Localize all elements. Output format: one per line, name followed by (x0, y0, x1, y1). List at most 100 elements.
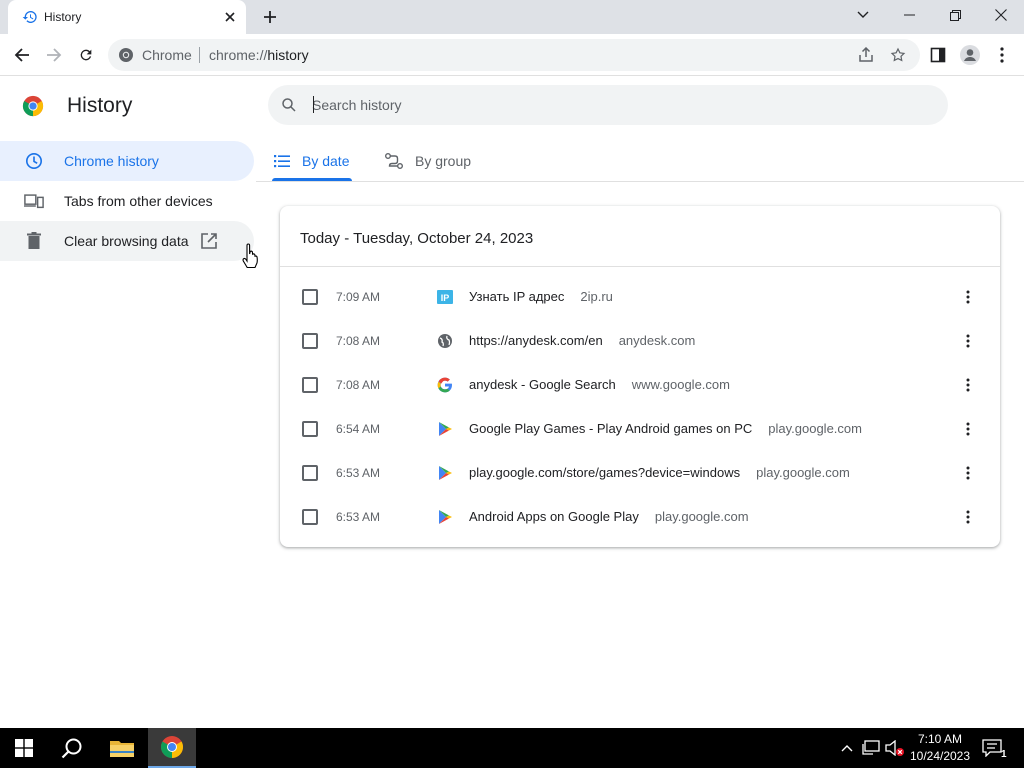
url-path: history (267, 47, 309, 63)
url-text: chrome://history (209, 47, 309, 63)
history-entry[interactable]: 7:09 AM IP Узнать IP адрес 2ip.ru (280, 275, 1000, 319)
chrome-logo-icon (161, 736, 183, 758)
entry-title: Узнать IP адрес (469, 289, 565, 304)
svg-text:IP: IP (441, 293, 450, 303)
reload-icon (80, 49, 92, 61)
sidebar-item-label: Chrome history (64, 153, 159, 169)
external-link-icon (201, 233, 217, 249)
search-input[interactable] (312, 95, 912, 115)
clock-time: 7:10 AM (917, 732, 963, 746)
entry-more-button[interactable] (958, 507, 978, 527)
search-icon (282, 98, 296, 112)
restore-button[interactable] (932, 0, 978, 30)
history-entry[interactable]: 6:54 AM Google Play Games - Play Android… (280, 407, 1000, 451)
history-icon (22, 11, 37, 23)
side-panel-button[interactable] (924, 41, 952, 69)
entry-time: 6:54 AM (336, 422, 381, 436)
entry-title-link[interactable]: play.google.com/store/games?device=windo… (469, 465, 850, 480)
kebab-menu-icon (966, 510, 970, 524)
kebab-menu-icon (966, 378, 970, 392)
entry-checkbox[interactable] (302, 509, 318, 525)
entry-time: 7:09 AM (336, 290, 381, 304)
entry-domain: anydesk.com (618, 333, 696, 348)
taskbar-search-button[interactable] (48, 728, 96, 768)
entry-more-button[interactable] (958, 419, 978, 439)
history-entry[interactable]: 7:08 AM anydesk - Google Search www.googl… (280, 363, 1000, 407)
play-icon (439, 422, 452, 436)
menu-button[interactable] (988, 41, 1016, 69)
forward-button[interactable] (40, 41, 68, 69)
tab-by-date[interactable]: By date (274, 140, 349, 182)
share-button[interactable] (855, 44, 877, 66)
history-card: Today - Tuesday, October 24, 2023 7:09 A… (280, 206, 1000, 547)
tab-label: By date (302, 153, 350, 169)
profile-button[interactable] (956, 41, 984, 69)
entry-domain: play.google.com (654, 509, 749, 524)
entry-title: https://anydesk.com/en (469, 333, 603, 348)
entry-title-link[interactable]: Узнать IP адрес 2ip.ru (469, 289, 613, 304)
day-header: Today - Tuesday, October 24, 2023 (300, 230, 534, 247)
new-tab-button[interactable] (258, 5, 282, 29)
sidebar-item-tabs-from-other-devices[interactable]: Tabs from other devices (0, 181, 254, 221)
entry-checkbox[interactable] (302, 377, 318, 393)
address-bar[interactable]: Chrome chrome://history (108, 39, 920, 71)
notifications-button[interactable] (982, 738, 1002, 758)
network-button[interactable] (861, 738, 881, 758)
entry-title: Google Play Games - Play Android games o… (469, 421, 753, 436)
volume-button[interactable] (885, 738, 905, 758)
entry-title-link[interactable]: https://anydesk.com/en anydesk.com (469, 333, 695, 348)
arrow-left-icon (14, 48, 29, 62)
entry-title-link[interactable]: anydesk - Google Search www.google.com (469, 377, 730, 392)
history-entry[interactable]: 6:53 AM play.google.com/store/games?devi… (280, 451, 1000, 495)
sidebar-item-clear-browsing-data[interactable]: Clear browsing data (0, 221, 254, 261)
list-icon (274, 155, 290, 168)
reload-button[interactable] (72, 41, 100, 69)
entry-more-button[interactable] (958, 375, 978, 395)
clock-date: 10/24/2023 (909, 749, 971, 763)
chrome-taskbar-button[interactable] (148, 728, 196, 768)
entry-more-button[interactable] (958, 287, 978, 307)
file-explorer-button[interactable] (98, 728, 146, 768)
tab-strip: History (0, 0, 1024, 34)
plus-icon (264, 11, 276, 23)
close-window-button[interactable] (978, 0, 1024, 30)
entry-title-link[interactable]: Android Apps on Google Play play.google.c… (469, 509, 749, 524)
entry-domain: play.google.com (768, 421, 862, 436)
star-icon (890, 47, 906, 62)
close-tab-button[interactable] (220, 7, 240, 27)
entry-checkbox[interactable] (302, 421, 318, 437)
site-chip: Chrome (142, 47, 192, 63)
entry-checkbox[interactable] (302, 465, 318, 481)
page-title: History (67, 94, 133, 117)
minimize-icon (903, 14, 915, 16)
sidebar-item-chrome-history[interactable]: Chrome history (0, 141, 254, 181)
tab-by-group[interactable]: By group (385, 140, 471, 182)
browser-toolbar: Chrome chrome://history (0, 34, 1024, 76)
search-bar[interactable] (268, 85, 948, 125)
start-button[interactable] (0, 728, 48, 768)
sidebar-item-label: Clear browsing data (64, 233, 189, 249)
history-entry[interactable]: 6:53 AM Android Apps on Google Play play.… (280, 495, 1000, 539)
entry-time: 6:53 AM (336, 466, 381, 480)
windows-logo-icon (15, 739, 33, 757)
kebab-menu-icon (966, 422, 970, 436)
volume-muted-icon (885, 740, 904, 756)
globe-icon (438, 334, 452, 348)
entry-more-button[interactable] (958, 331, 978, 351)
sidebar-item-label: Tabs from other devices (64, 193, 213, 209)
tab-search-button[interactable] (840, 0, 886, 30)
devices-icon (24, 191, 44, 211)
entry-checkbox[interactable] (302, 289, 318, 305)
bookmark-button[interactable] (887, 44, 909, 66)
minimize-button[interactable] (886, 0, 932, 30)
taskbar-clock[interactable]: 7:10 AM 10/24/2023 (906, 731, 974, 765)
entry-time: 6:53 AM (336, 510, 381, 524)
back-button[interactable] (8, 41, 36, 69)
entry-more-button[interactable] (958, 463, 978, 483)
history-entry[interactable]: 7:08 AM https://anydesk.com/en anydesk.co… (280, 319, 1000, 363)
entry-checkbox[interactable] (302, 333, 318, 349)
tab-history[interactable]: History (8, 0, 246, 34)
show-hidden-icons-button[interactable] (837, 738, 857, 758)
side-panel-icon (930, 47, 946, 63)
entry-title-link[interactable]: Google Play Games - Play Android games o… (469, 421, 862, 436)
